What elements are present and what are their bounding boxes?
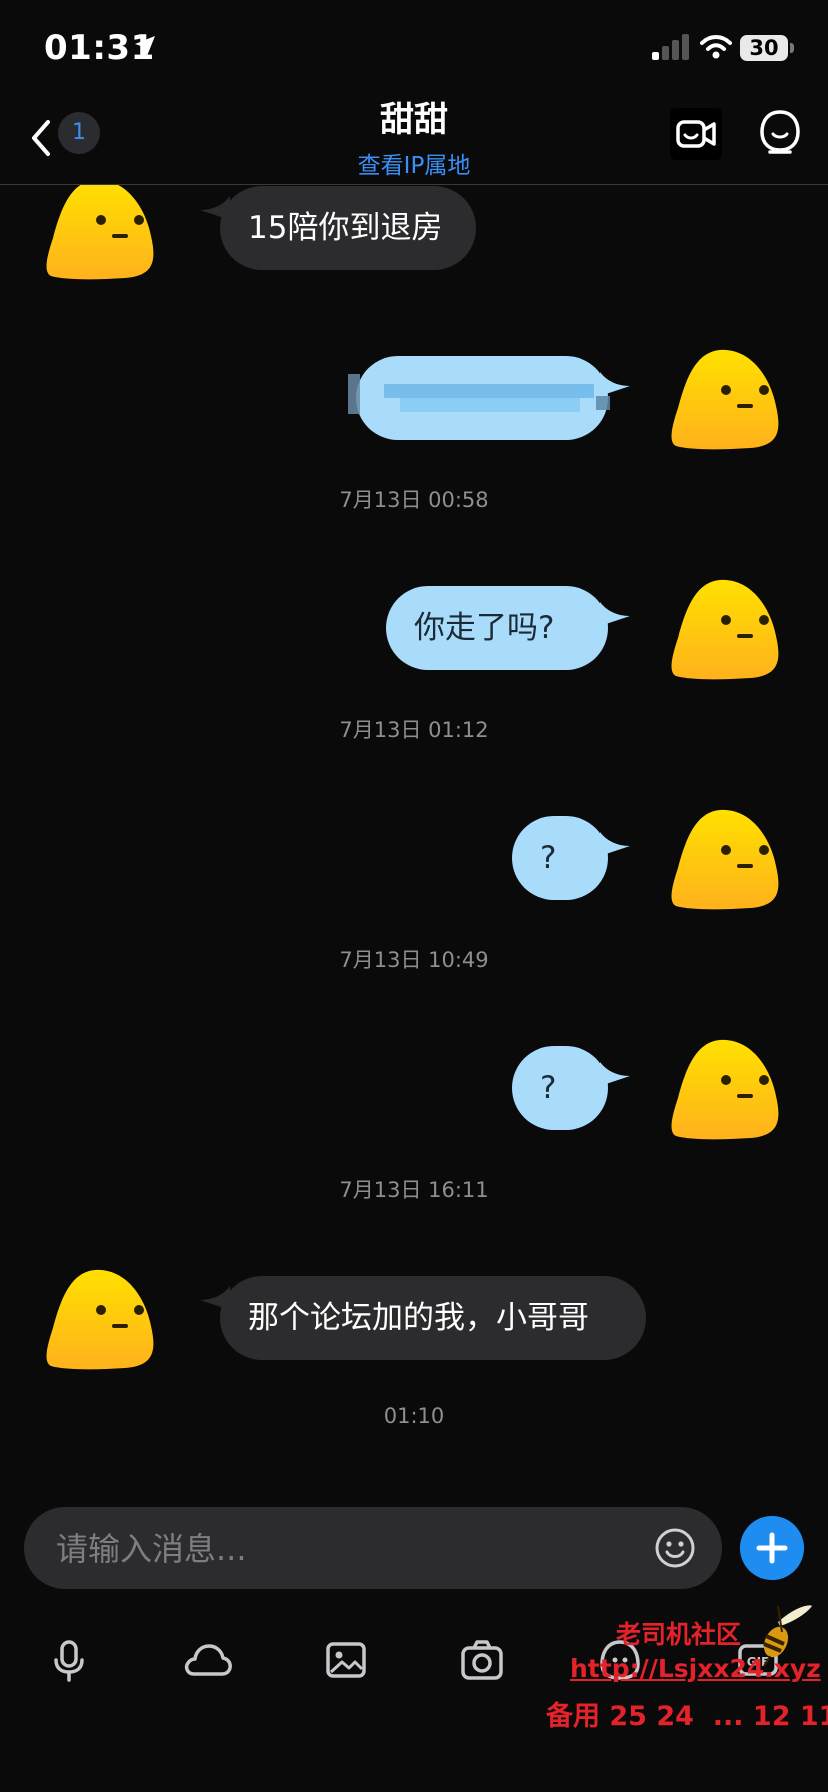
image-icon[interactable] bbox=[322, 1636, 370, 1684]
self-avatar[interactable] bbox=[670, 576, 782, 680]
timestamp: 7月13日 16:11 bbox=[339, 1178, 489, 1202]
contact-avatar[interactable] bbox=[45, 176, 157, 280]
microphone-icon[interactable] bbox=[45, 1636, 93, 1684]
message-list[interactable]: 15陪你到退房 7月13日 00:58 你走了吗? 7月13日 01:12 ? … bbox=[0, 0, 828, 1500]
profile-icon[interactable] bbox=[756, 108, 804, 158]
watermark-url: http://Lsjxx24.xyz bbox=[570, 1654, 821, 1683]
timestamp: 01:10 bbox=[383, 1404, 445, 1428]
self-avatar[interactable] bbox=[670, 346, 782, 450]
message-bubble-outgoing[interactable]: ? bbox=[512, 816, 608, 900]
message-input[interactable] bbox=[54, 1507, 618, 1591]
location-arrow-icon bbox=[135, 36, 155, 56]
status-bar: 01:31 30 bbox=[0, 0, 828, 100]
battery-tip bbox=[790, 43, 794, 53]
message-bubble-incoming[interactable]: 那个论坛加的我，小哥哥 bbox=[220, 1276, 646, 1360]
message-composer bbox=[24, 1507, 722, 1591]
video-call-icon[interactable] bbox=[670, 108, 722, 160]
watermark-title: 老司机社区 bbox=[616, 1620, 742, 1649]
add-attachment-button[interactable] bbox=[740, 1516, 804, 1580]
self-avatar[interactable] bbox=[670, 1036, 782, 1140]
message-bubble-outgoing[interactable]: ? bbox=[512, 1046, 608, 1130]
timestamp: 7月13日 10:49 bbox=[339, 948, 489, 972]
watermark-backup: 备用 25 24 ... 12 11 bbox=[546, 1701, 828, 1732]
cloud-icon[interactable] bbox=[182, 1636, 234, 1684]
contact-avatar[interactable] bbox=[45, 1266, 157, 1370]
wifi-icon bbox=[700, 35, 732, 59]
message-bubble-incoming[interactable]: 15陪你到退房 bbox=[220, 186, 476, 270]
emoji-icon[interactable] bbox=[654, 1527, 696, 1569]
battery-indicator: 30 bbox=[740, 35, 788, 61]
message-bubble-outgoing[interactable]: 你走了吗? bbox=[386, 586, 608, 670]
cellular-signal-icon bbox=[652, 34, 689, 60]
timestamp: 7月13日 01:12 bbox=[339, 718, 489, 742]
timestamp: 7月13日 00:58 bbox=[339, 488, 489, 512]
camera-icon[interactable] bbox=[458, 1636, 506, 1684]
self-avatar[interactable] bbox=[670, 806, 782, 910]
